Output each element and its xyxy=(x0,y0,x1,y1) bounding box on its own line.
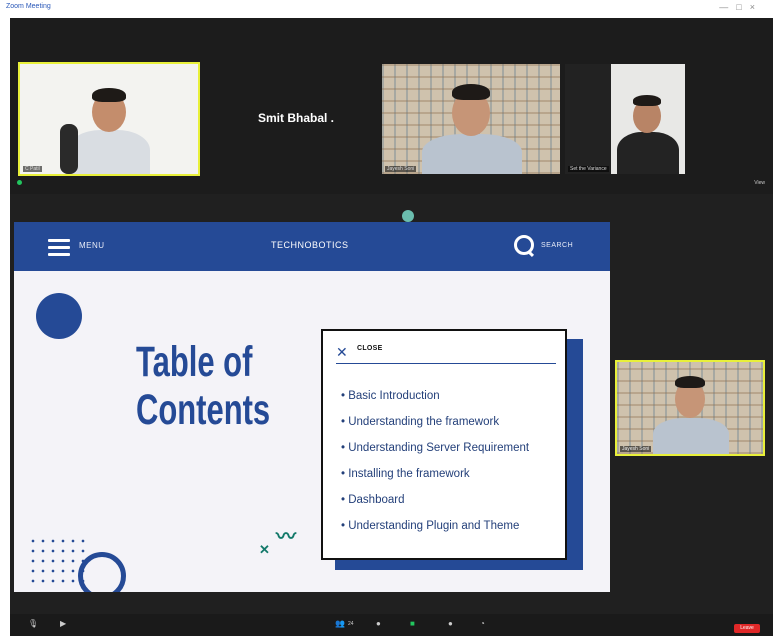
self-view-name: Jayesh Soni xyxy=(620,446,652,452)
maximize-icon[interactable]: □ xyxy=(736,2,749,12)
participant-name: Set the Variance xyxy=(568,166,609,172)
window-title: Zoom Meeting xyxy=(6,3,51,10)
video-icon[interactable]: ▶ xyxy=(60,619,66,628)
contents-popup: ✕ CLOSE • Basic Introduction • Understan… xyxy=(321,329,567,560)
slide-title: Table of Contents xyxy=(136,338,270,434)
participants-icon[interactable]: 👥 xyxy=(335,619,345,628)
video-tile[interactable]: Jayesh Soni xyxy=(382,64,560,174)
close-window-icon[interactable]: × xyxy=(750,2,763,12)
participant-name: Smit Bhabal . xyxy=(258,111,335,125)
view-options-button[interactable]: View xyxy=(754,180,765,186)
self-view-video[interactable] xyxy=(615,360,765,456)
contents-list: • Basic Introduction • Understanding the… xyxy=(341,383,566,539)
video-tile[interactable]: Set the Variance xyxy=(565,64,685,174)
participant-name: C Patil xyxy=(23,166,42,172)
participant-name: Jayesh Soni xyxy=(385,166,417,172)
list-item[interactable]: • Installing the framework xyxy=(341,461,566,487)
meeting-toolbar xyxy=(10,614,773,636)
decorative-zigzag-icon: 〰 xyxy=(276,526,296,548)
video-tile[interactable]: C Patil xyxy=(18,62,200,176)
video-tile[interactable]: Smit Bhabal . xyxy=(200,64,378,174)
window-title-bar xyxy=(0,0,773,18)
record-icon[interactable]: ● xyxy=(448,619,453,628)
brand-title: TECHNOBOTICS xyxy=(271,240,349,250)
participants-count: 24 xyxy=(348,621,354,627)
list-item[interactable]: • Basic Introduction xyxy=(341,383,566,409)
slide-title-line: Contents xyxy=(136,386,271,434)
list-item[interactable]: • Understanding Plugin and Theme xyxy=(341,513,566,539)
share-screen-icon[interactable]: ■ xyxy=(410,619,415,628)
menu-label[interactable]: MENU xyxy=(79,241,105,250)
decorative-ring xyxy=(78,552,126,592)
decorative-circle xyxy=(36,293,82,339)
slide-title-line: Table of xyxy=(136,338,253,386)
pointer-cursor-icon xyxy=(402,210,414,222)
presentation-slide: MENU TECHNOBOTICS SEARCH Table of Conten… xyxy=(14,222,610,592)
share-status-bar xyxy=(10,176,773,194)
leave-button[interactable]: Leave xyxy=(734,624,760,633)
microphone-icon[interactable]: 🎙 xyxy=(28,619,38,628)
close-icon[interactable]: ✕ xyxy=(336,344,348,361)
list-item[interactable]: • Understanding the framework xyxy=(341,409,566,435)
menu-icon[interactable] xyxy=(48,239,70,260)
close-button[interactable]: CLOSE xyxy=(357,345,383,352)
search-icon[interactable] xyxy=(514,235,534,255)
gallery-strip: C Patil Smit Bhabal . Jayesh Soni Set th… xyxy=(10,18,773,176)
popup-divider xyxy=(336,363,556,364)
decorative-x-icon: ✕ xyxy=(259,542,270,557)
minimize-icon[interactable]: — xyxy=(719,2,736,12)
window-controls[interactable]: —□× xyxy=(719,2,763,12)
list-item[interactable]: • Understanding Server Requirement xyxy=(341,435,566,461)
list-item[interactable]: • Dashboard xyxy=(341,487,566,513)
sharing-indicator-icon xyxy=(17,180,22,185)
search-label[interactable]: SEARCH xyxy=(541,242,573,249)
chat-icon[interactable]: ● xyxy=(376,619,381,628)
reactions-icon[interactable]: ◔ xyxy=(480,619,485,628)
